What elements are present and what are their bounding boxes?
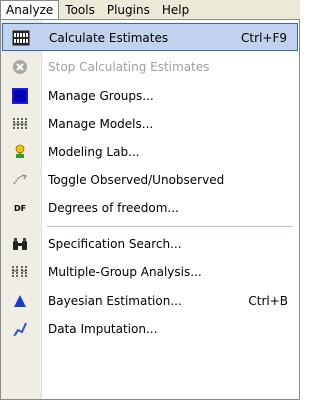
- menu-item-shortcut: Ctrl+F9: [241, 31, 287, 45]
- menu-analyze-label: Analyze: [6, 3, 54, 17]
- menu-plugins-label: Plugins: [106, 3, 150, 17]
- modeling-lab-icon: [10, 143, 30, 161]
- binoculars-icon: [10, 235, 30, 253]
- analyze-dropdown: Calculate Estimates Ctrl+F9 Stop Calcula…: [0, 19, 300, 400]
- menu-bar: Analyze Tools Plugins Help: [0, 0, 300, 20]
- stop-icon: [10, 58, 30, 76]
- menu-item-label: Manage Groups...: [48, 89, 154, 103]
- menu-item-label: Modeling Lab...: [48, 145, 140, 159]
- menu-item-multiple-group-analysis[interactable]: Multiple-Group Analysis...: [2, 258, 298, 286]
- menu-help-label: Help: [161, 3, 190, 17]
- groups-icon: [10, 87, 30, 105]
- menu-item-degrees-of-freedom[interactable]: DF Degrees of freedom...: [2, 194, 298, 222]
- menu-item-stop-calculating: Stop Calculating Estimates: [2, 53, 298, 81]
- menu-item-calculate-estimates[interactable]: Calculate Estimates Ctrl+F9: [2, 23, 298, 51]
- bayesian-icon: [10, 292, 30, 310]
- models-icon: [10, 115, 30, 133]
- menu-tools[interactable]: Tools: [59, 0, 101, 20]
- menu-help[interactable]: Help: [156, 0, 195, 20]
- data-imputation-icon: [10, 320, 30, 338]
- menu-plugins[interactable]: Plugins: [101, 0, 156, 20]
- menu-item-modeling-lab[interactable]: Modeling Lab...: [2, 138, 298, 166]
- toggle-observed-icon: [10, 171, 30, 189]
- menu-item-label: Bayesian Estimation...: [48, 294, 182, 308]
- menu-item-manage-groups[interactable]: Manage Groups...: [2, 82, 298, 110]
- df-icon-text: DF: [13, 203, 27, 213]
- menu-item-toggle-observed[interactable]: Toggle Observed/Unobserved: [2, 166, 298, 194]
- menu-item-bayesian-estimation[interactable]: Bayesian Estimation... Ctrl+B: [2, 287, 298, 315]
- menu-item-label: Degrees of freedom...: [48, 201, 179, 215]
- menu-item-label: Toggle Observed/Unobserved: [48, 173, 225, 187]
- menu-item-label: Specification Search...: [48, 237, 182, 251]
- menu-separator: [47, 226, 293, 227]
- menu-item-label: Multiple-Group Analysis...: [48, 265, 202, 279]
- calculate-estimates-icon: [11, 29, 31, 47]
- menu-item-manage-models[interactable]: Manage Models...: [2, 110, 298, 138]
- menu-item-label: Data Imputation...: [48, 322, 158, 336]
- menu-analyze[interactable]: Analyze: [0, 0, 60, 20]
- menu-item-label: Calculate Estimates: [49, 31, 169, 45]
- df-icon: DF: [10, 199, 30, 217]
- menu-item-shortcut: Ctrl+B: [248, 294, 288, 308]
- multiple-group-icon: [10, 263, 30, 281]
- menu-item-label: Manage Models...: [48, 117, 154, 131]
- menu-item-label: Stop Calculating Estimates: [48, 60, 210, 74]
- menu-item-specification-search[interactable]: Specification Search...: [2, 230, 298, 258]
- menu-tools-label: Tools: [65, 3, 95, 17]
- menu-item-data-imputation[interactable]: Data Imputation...: [2, 315, 298, 343]
